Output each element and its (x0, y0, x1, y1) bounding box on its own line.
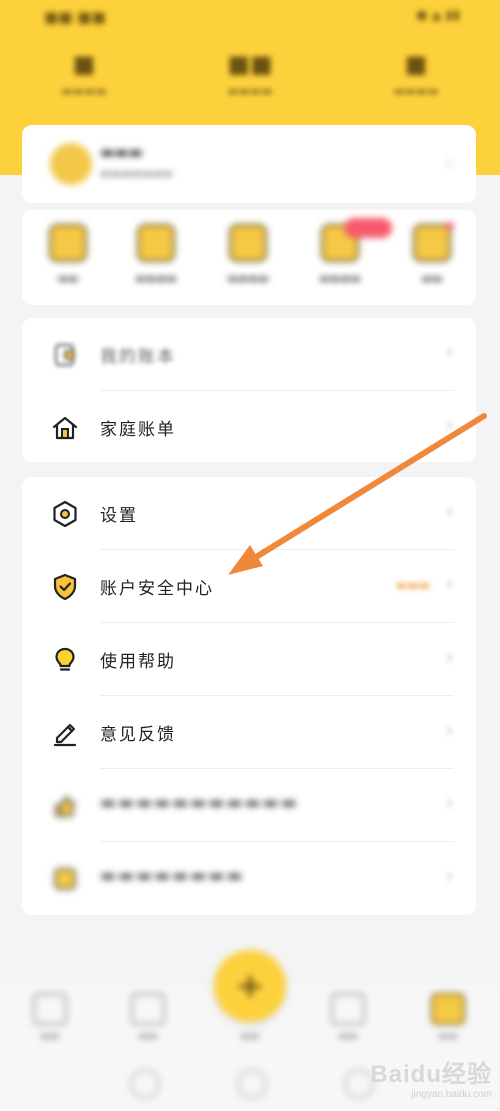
nav-label: ▬▬ (240, 1031, 260, 1042)
avatar (50, 143, 92, 185)
status-bar: ■■:■■ ● ▲ ▮▮ (0, 0, 500, 36)
chevron-right-icon: › (445, 572, 454, 597)
profile-card[interactable]: ▬▬▬ ▬▬▬▬▬▬▬ › (22, 125, 476, 203)
chevron-right-icon: › (445, 718, 454, 743)
nav-item[interactable]: ▬▬ (220, 1025, 280, 1042)
nav-label: ▬▬ (338, 1031, 358, 1042)
stat-label: ▬▬▬▬ (227, 84, 273, 98)
shield-check-icon (50, 572, 80, 602)
shortcut-item[interactable]: ▬▬▬▬ (300, 218, 392, 285)
nav-item[interactable]: ▬▬ (118, 993, 178, 1042)
system-back-icon[interactable] (130, 1069, 160, 1099)
stat-value: ■ (72, 50, 96, 78)
watermark-subtext: jingyan.baidu.com (411, 1089, 492, 1100)
menu-row-about[interactable]: ▬▬▬▬▬▬▬▬ › (22, 842, 476, 915)
chevron-right-icon: › (445, 151, 454, 176)
shortcut-label: ▬▬▬▬ (135, 272, 177, 285)
settings-hex-icon (50, 499, 80, 529)
watermark: Baidu经验 jingyan.baidu.com (370, 1054, 492, 1100)
menu-row-help[interactable]: 使用帮助 › (22, 623, 476, 696)
shortcut-icon (229, 224, 267, 262)
chevron-right-icon: › (445, 413, 454, 438)
watermark-text: Baidu经验 (370, 1061, 492, 1088)
menu-row-account-security[interactable]: 账户安全中心 ▬▬▬ › (22, 550, 476, 623)
shortcut-icon (413, 224, 451, 262)
nav-icon (131, 993, 165, 1025)
shortcut-item[interactable]: ▬▬ (28, 224, 108, 285)
shortcut-label: ▬▬▬▬ (227, 272, 269, 285)
menu-label: 我的账本 (100, 347, 176, 367)
chevron-right-icon: › (445, 864, 454, 889)
menu-group-ledger: 我的账本 › 家庭账单 › (22, 318, 476, 462)
menu-label: 使用帮助 (100, 652, 176, 672)
profile-description: ▬▬▬▬▬▬▬ (100, 167, 173, 180)
menu-row-settings[interactable]: 设置 › (22, 477, 476, 550)
stat-label: ▬▬▬▬ (61, 84, 107, 98)
nav-icon (331, 993, 365, 1025)
shortcut-item[interactable]: ▬▬ (392, 222, 472, 285)
app-logo-icon (50, 864, 80, 894)
shortcut-item[interactable]: ▬▬▬▬ (116, 224, 196, 285)
nav-label: ▬▬ (438, 1031, 458, 1042)
stat-value: ■ (404, 50, 428, 78)
notification-dot (446, 222, 454, 230)
shortcut-label: ▬▬ (57, 272, 79, 285)
menu-label: ▬▬▬▬▬▬▬▬ (100, 866, 245, 886)
profile-name: ▬▬▬ (100, 143, 143, 161)
stats-row: ■ ▬▬▬▬ ■■ ▬▬▬▬ ■ ▬▬▬▬ (0, 50, 500, 120)
menu-label: ▬▬▬▬▬▬▬▬▬▬▬ (100, 793, 299, 813)
shortcut-label: ▬▬ (421, 272, 443, 285)
promo-badge (344, 218, 392, 238)
nav-icon (431, 993, 465, 1025)
shortcuts-card: ▬▬ ▬▬▬▬ ▬▬▬▬ ▬▬▬▬ ▬▬ (22, 210, 476, 305)
menu-label: 家庭账单 (100, 420, 176, 440)
chevron-right-icon: › (445, 340, 454, 365)
status-system-icons: ● ▲ ▮▮ (416, 8, 460, 23)
menu-label: 账户安全中心 (100, 579, 214, 599)
menu-group-settings: 设置 › 账户安全中心 ▬▬▬ › 使用帮助 › 意见反馈 › ▬▬▬▬▬▬▬▬… (22, 477, 476, 915)
shortcut-item[interactable]: ▬▬▬▬ (208, 224, 288, 285)
menu-row-my-ledger[interactable]: 我的账本 › (22, 318, 476, 391)
menu-row-rate-app[interactable]: ▬▬▬▬▬▬▬▬▬▬▬ › (22, 769, 476, 842)
menu-row-family-bill[interactable]: 家庭账单 › (22, 391, 476, 464)
shortcut-icon (49, 224, 87, 262)
nav-label: ▬▬ (138, 1031, 158, 1042)
security-status-text: ▬▬▬ (395, 578, 430, 592)
chevron-right-icon: › (445, 499, 454, 524)
status-time: ■■:■■ (44, 8, 106, 26)
stat-item[interactable]: ■ ▬▬▬▬ (346, 50, 486, 98)
nav-item[interactable]: ▬▬ (20, 993, 80, 1042)
chevron-right-icon: › (445, 791, 454, 816)
stat-label: ▬▬▬▬ (393, 84, 439, 98)
lightbulb-icon (50, 645, 80, 675)
stat-item[interactable]: ■ ▬▬▬▬ (14, 50, 154, 98)
nav-item[interactable]: ▬▬ (318, 993, 378, 1042)
stat-item[interactable]: ■■ ▬▬▬▬ (180, 50, 320, 98)
nav-label: ▬▬ (40, 1031, 60, 1042)
add-record-button[interactable]: + (214, 950, 286, 1022)
ledger-book-icon (50, 340, 80, 370)
pencil-icon (50, 718, 80, 748)
house-icon (50, 413, 80, 443)
menu-row-feedback[interactable]: 意见反馈 › (22, 696, 476, 769)
thumbs-up-icon (50, 791, 80, 821)
nav-icon (33, 993, 67, 1025)
menu-label: 意见反馈 (100, 725, 176, 745)
menu-label: 设置 (100, 506, 138, 526)
shortcut-icon (137, 224, 175, 262)
nav-item[interactable]: ▬▬ (418, 993, 478, 1042)
shortcut-label: ▬▬▬▬ (319, 272, 361, 285)
chevron-right-icon: › (445, 645, 454, 670)
stat-value: ■■ (227, 50, 273, 78)
system-home-icon[interactable] (237, 1069, 267, 1099)
